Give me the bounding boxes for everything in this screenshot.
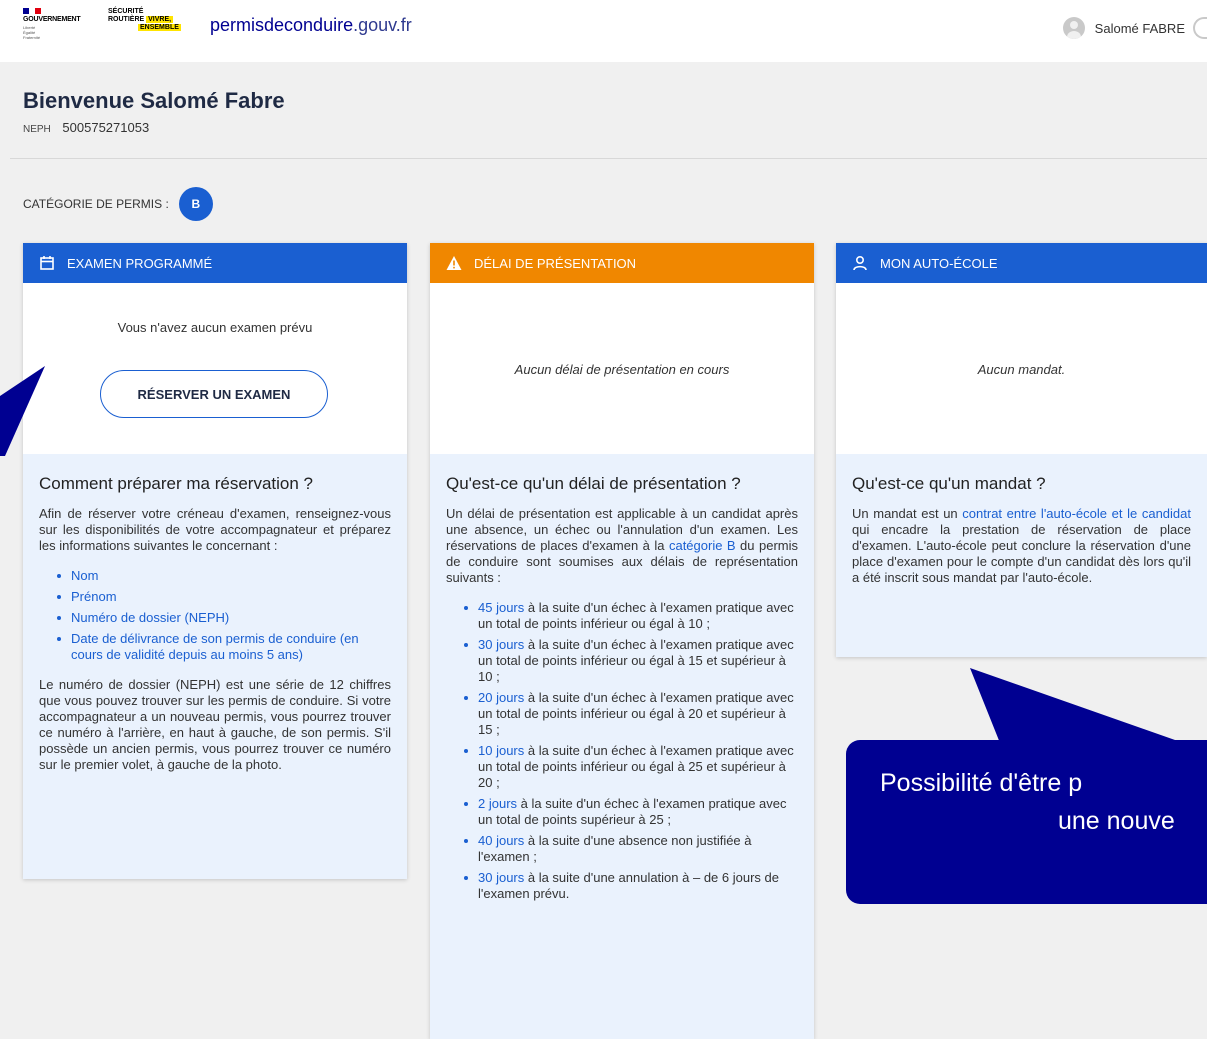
list-item: 30 jours à la suite d'une annulation à –… — [464, 870, 798, 902]
no-exam-text: Vous n'avez aucun examen prévu — [117, 320, 313, 335]
permis-label: CATÉGORIE DE PERMIS : — [23, 197, 169, 211]
exam-info-title: Comment préparer ma réservation ? — [39, 474, 314, 493]
mandat-info: Qu'est-ce qu'un mandat ? Un mandat est u… — [836, 454, 1207, 606]
neph-label: NEPH — [23, 124, 51, 135]
delai-card: DÉLAI DE PRÉSENTATION Aucun délai de pré… — [430, 243, 814, 1039]
list-item: 2 jours à la suite d'un échec à l'examen… — [464, 796, 798, 828]
neph-value: 500575271053 — [62, 120, 150, 135]
site-title-link[interactable]: permisdeconduire.gouv.fr — [210, 15, 412, 36]
no-delai-text: Aucun délai de présentation en cours — [514, 362, 730, 377]
list-item: 20 jours à la suite d'un échec à l'exame… — [464, 690, 798, 738]
mandat-info-title: Qu'est-ce qu'un mandat ? — [852, 474, 1046, 493]
gov-motto: Liberté Égalité Fraternité — [23, 25, 41, 40]
exam-info-outro: Le numéro de dossier (NEPH) est une séri… — [39, 677, 391, 772]
auto-ecole-card: MON AUTO-ÉCOLE Aucun mandat. Qu'est-ce q… — [836, 243, 1207, 657]
warning-icon — [446, 256, 462, 270]
securite-routiere-logo[interactable]: SÉCURITÉ ROUTIÈRE VIVRE, ENSEMBLE — [108, 8, 198, 44]
auto-ecole-card-status: Aucun mandat. — [836, 283, 1207, 454]
user-icon — [853, 255, 867, 271]
exam-card-header: EXAMEN PROGRAMMÉ — [23, 243, 407, 283]
exam-info: Comment préparer ma réservation ? Afin d… — [23, 454, 407, 793]
list-item: 30 jours à la suite d'un échec à l'exame… — [464, 637, 798, 685]
no-mandat-text: Aucun mandat. — [977, 362, 1066, 377]
auto-ecole-card-header: MON AUTO-ÉCOLE — [836, 243, 1207, 283]
gouvernement-logo[interactable]: GOUVERNEMENT Liberté Égalité Fraternité — [23, 8, 81, 52]
reserve-exam-button[interactable]: RÉSERVER UN EXAMEN — [100, 370, 328, 418]
exam-card-status: Vous n'avez aucun examen prévu RÉSERVER … — [23, 283, 407, 454]
annotation-callout: Possibilité d'être p une nouve — [846, 740, 1207, 904]
user-menu[interactable]: Salomé FABRE — [1062, 14, 1207, 42]
delai-info-title: Qu'est-ce qu'un délai de présentation ? — [446, 474, 741, 493]
delai-info-intro: Un délai de présentation est applicable … — [446, 506, 798, 585]
mandat-info-text: Un mandat est un contrat entre l'auto-éc… — [852, 506, 1191, 585]
exam-card-title: EXAMEN PROGRAMMÉ — [67, 255, 213, 271]
delai-list: 45 jours à la suite d'un échec à l'exame… — [464, 600, 798, 902]
neph-row: NEPH 500575271053 — [23, 120, 149, 135]
user-avatar-icon — [1062, 17, 1085, 39]
list-item: 45 jours à la suite d'un échec à l'exame… — [464, 600, 798, 632]
permis-category-row: CATÉGORIE DE PERMIS : B — [23, 187, 213, 221]
flag-icon — [23, 8, 41, 14]
exam-card: EXAMEN PROGRAMMÉ Vous n'avez aucun exame… — [23, 243, 407, 879]
auto-ecole-card-title: MON AUTO-ÉCOLE — [880, 255, 998, 271]
list-item: Prénom — [57, 589, 391, 605]
user-name: Salomé FABRE — [1094, 20, 1185, 36]
delai-card-status: Aucun délai de présentation en cours — [430, 283, 814, 454]
delai-info: Qu'est-ce qu'un délai de présentation ? … — [430, 454, 814, 936]
delai-card-title: DÉLAI DE PRÉSENTATION — [474, 255, 637, 271]
list-item: Nom — [57, 568, 391, 584]
contrat-link[interactable]: contrat entre l'auto-école et le candida… — [962, 506, 1191, 521]
gov-label: GOUVERNEMENT — [23, 16, 81, 23]
categorie-b-link[interactable]: catégorie B — [669, 538, 736, 553]
calendar-icon — [40, 256, 54, 270]
callout-line-1: Possibilité d'être p — [880, 769, 1083, 797]
exam-info-intro: Afin de réserver votre créneau d'examen,… — [39, 506, 391, 553]
divider — [10, 158, 1207, 159]
annotation-arrow — [0, 366, 45, 456]
page-title: Bienvenue Salomé Fabre — [23, 88, 285, 113]
list-item: 40 jours à la suite d'une absence non ju… — [464, 833, 798, 865]
permis-category-badge: B — [178, 187, 213, 221]
exam-info-list: Nom Prénom Numéro de dossier (NEPH) Date… — [57, 568, 391, 663]
list-item: Date de délivrance de son permis de cond… — [57, 631, 391, 663]
logout-icon[interactable] — [1193, 17, 1207, 39]
list-item: 10 jours à la suite d'un échec à l'exame… — [464, 743, 798, 791]
top-header: GOUVERNEMENT Liberté Égalité Fraternité … — [0, 0, 1207, 62]
delai-card-header: DÉLAI DE PRÉSENTATION — [430, 243, 814, 283]
callout-tail — [970, 668, 1175, 743]
callout-line-2: une nouve — [1058, 807, 1175, 835]
list-item: Numéro de dossier (NEPH) — [57, 610, 391, 626]
